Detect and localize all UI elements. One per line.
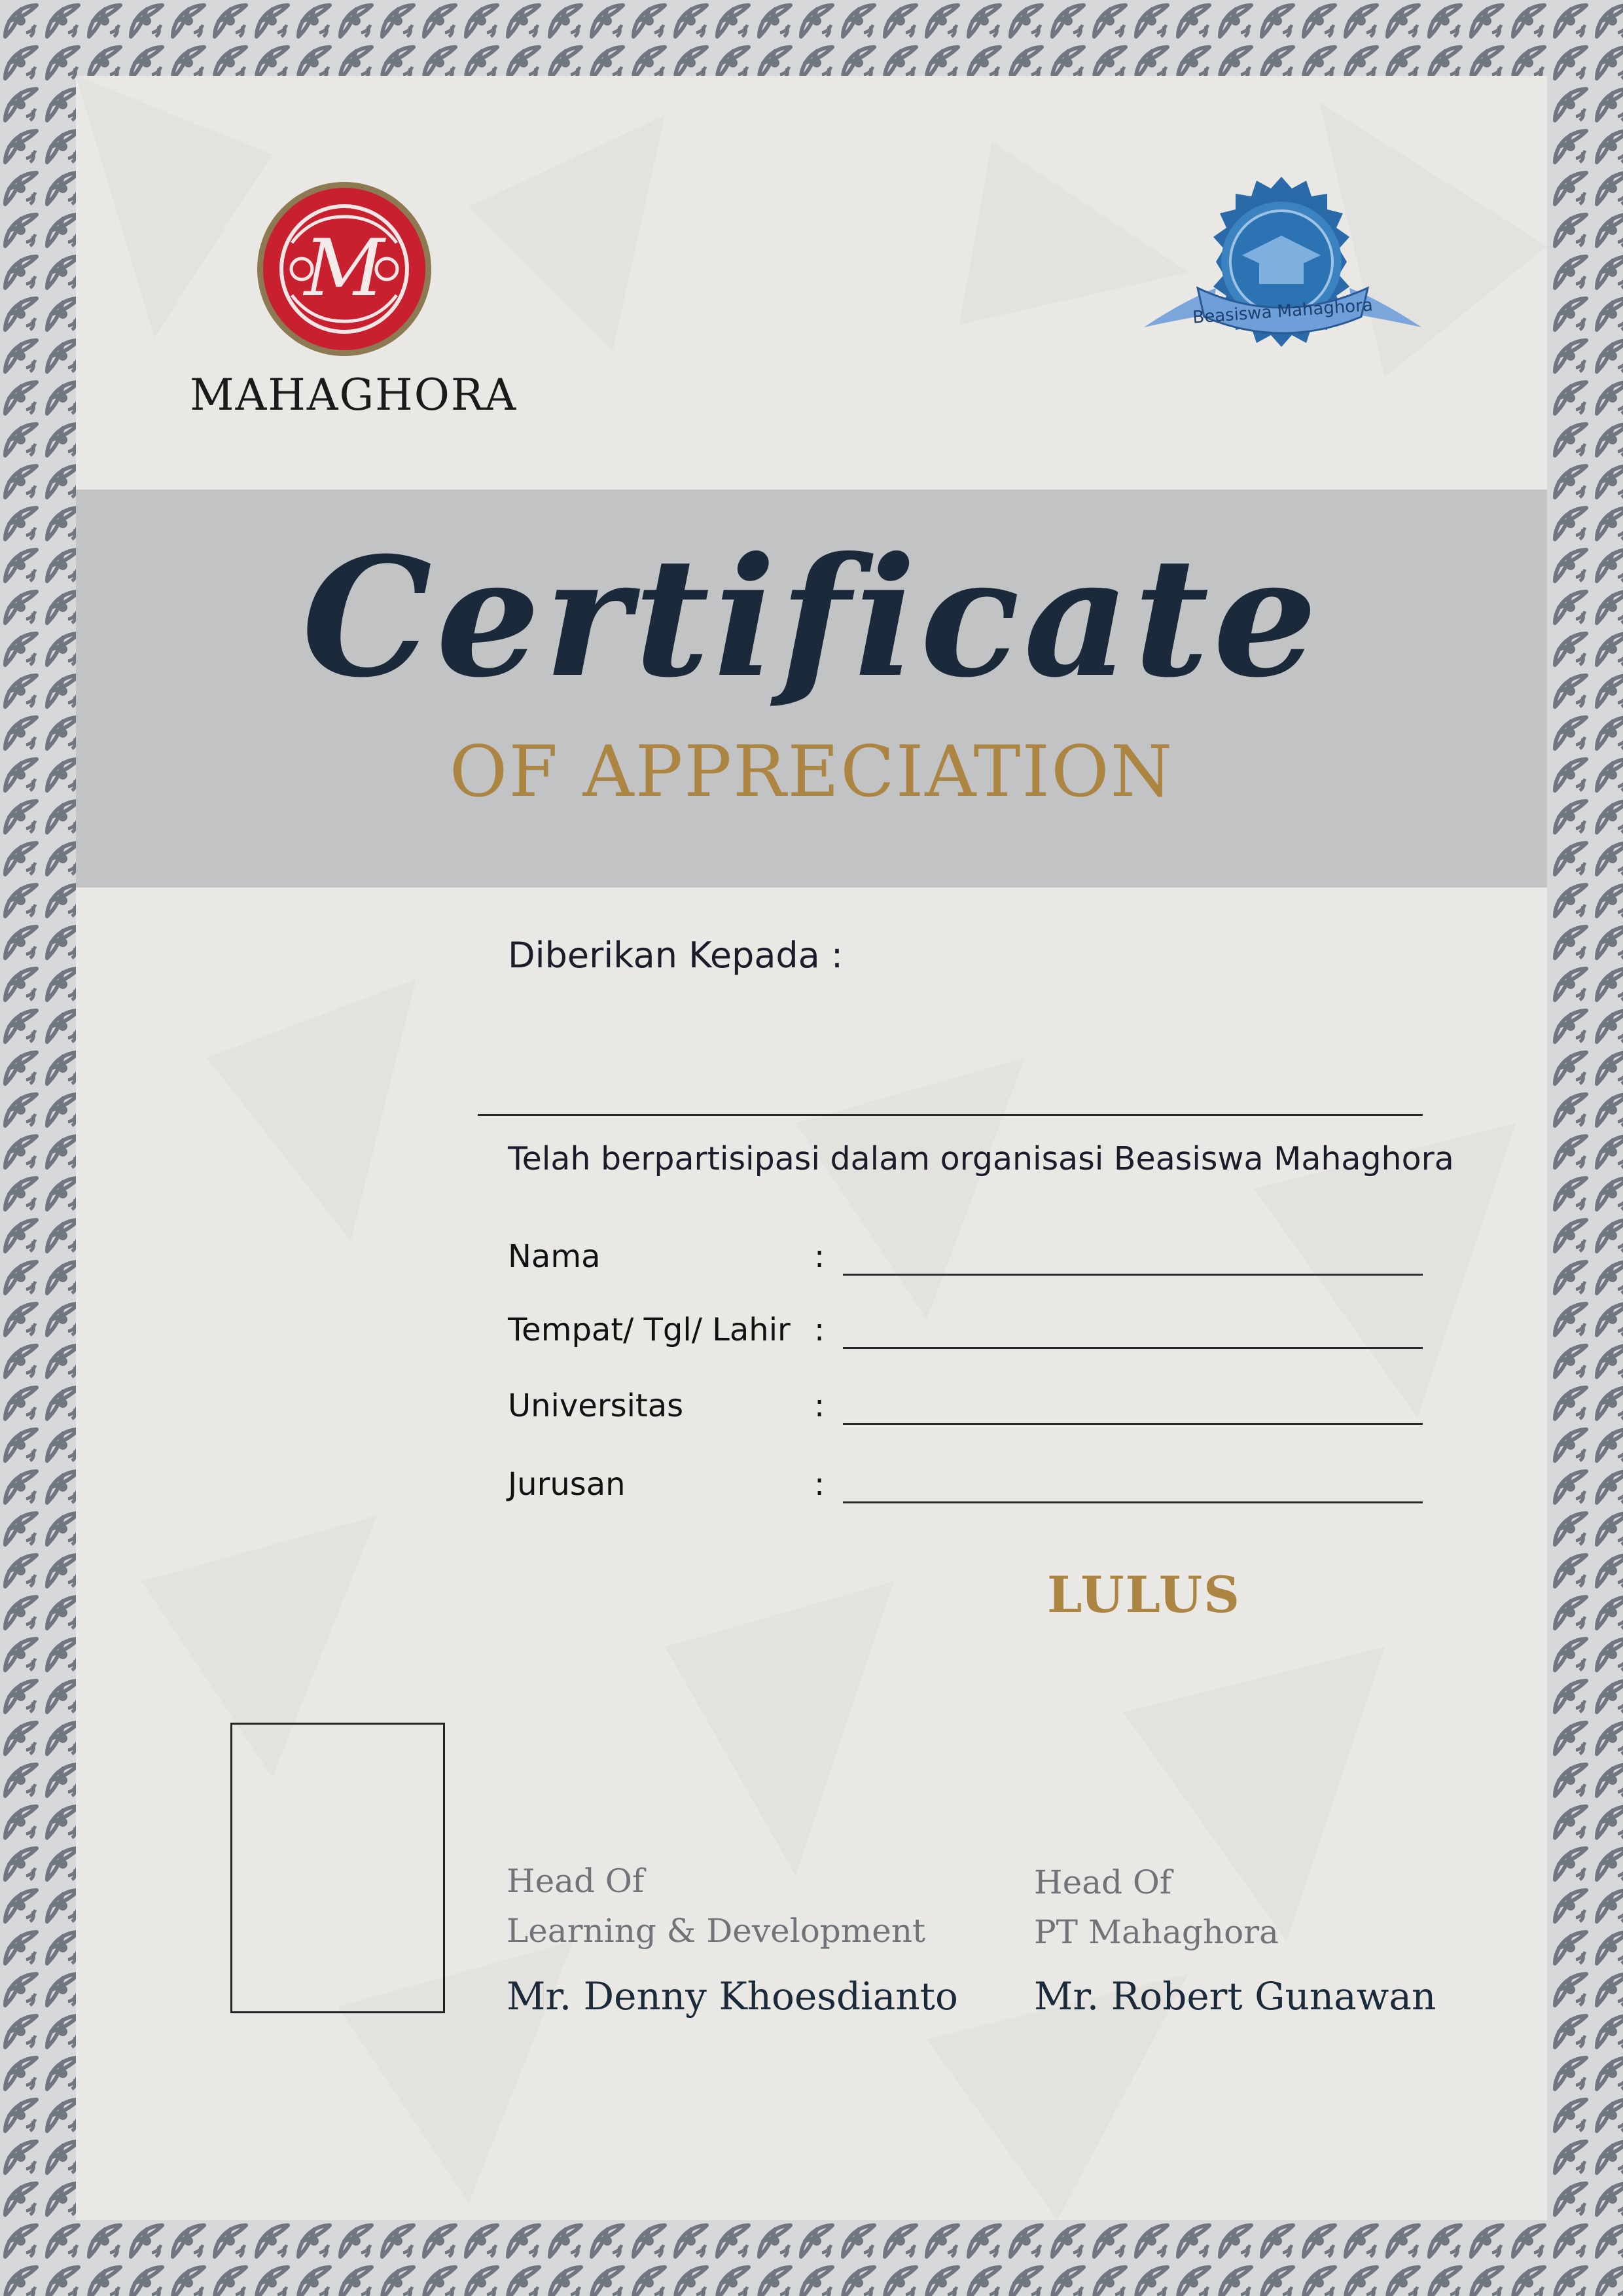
signatory-1-name: Mr. Denny Khoesdianto [507,1974,958,2018]
field-colon: : [814,1238,825,1275]
certificate-title: Certificate [302,521,1321,713]
field-label-jurusan: Jurusan [508,1466,626,1503]
field-label-tempat-tgl-lahir: Tempat/ Tgl/ Lahir [508,1312,791,1348]
photo-placeholder [230,1723,445,2013]
certificate-subtitle: OF APPRECIATION [449,731,1174,813]
field-line-universitas [843,1423,1423,1425]
signatory-2-role: Head Of PT Mahaghora [1034,1857,1279,1957]
field-colon: : [814,1388,825,1424]
field-colon: : [814,1466,825,1503]
scholarship-badge-icon: Beasiswa Mahaghora [1144,177,1421,347]
field-line-jurusan [843,1501,1423,1503]
logo-wordmark: MAHAGHORA [190,370,518,420]
signatory-1-role: Head Of Learning & Development [507,1856,925,1956]
svg-text:M: M [303,223,387,314]
signatory-2-role-line1: Head Of [1034,1863,1172,1901]
signatory-1-role-line1: Head Of [507,1862,645,1900]
signatory-1-role-line2: Learning & Development [507,1912,926,1950]
signatory-2-name: Mr. Robert Gunawan [1034,1974,1436,2018]
participation-text: Telah berpartisipasi dalam organisasi Be… [508,1140,1454,1177]
field-line-tempat-tgl-lahir [843,1347,1423,1349]
signatory-2-role-line2: PT Mahaghora [1034,1913,1279,1951]
field-colon: : [814,1312,825,1348]
field-label-nama: Nama [508,1238,601,1275]
field-line-nama [843,1274,1423,1276]
status-lulus: LULUS [1047,1566,1241,1624]
given-to-label: Diberikan Kepada : [508,935,844,976]
field-label-universitas: Universitas [508,1388,684,1424]
recipient-name-line [478,1114,1423,1116]
